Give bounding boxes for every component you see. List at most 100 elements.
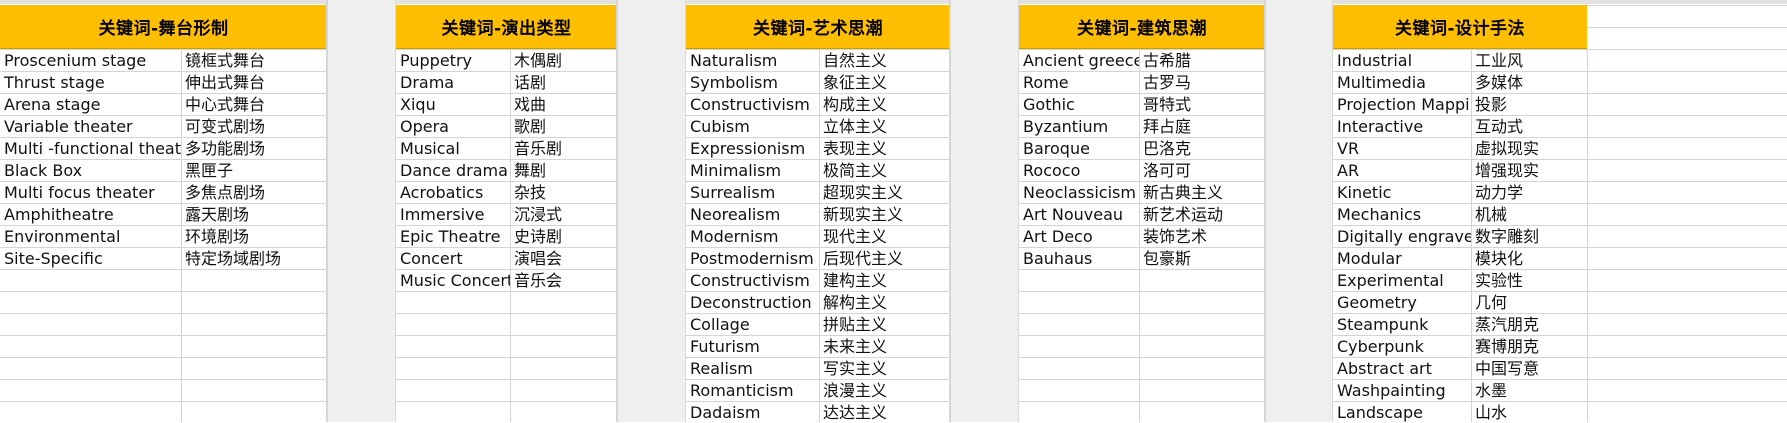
chinese-keyword-cell[interactable]: 表现主义 (819, 137, 929, 159)
chinese-keyword-cell[interactable]: 哥特式 (1139, 93, 1249, 115)
chinese-keyword-cell[interactable]: 音乐剧 (510, 137, 620, 159)
english-keyword-cell[interactable]: Environmental (0, 225, 181, 247)
english-keyword-cell[interactable]: Steampunk (1333, 313, 1471, 335)
english-keyword-cell[interactable]: Variable theater (0, 115, 181, 137)
english-keyword-cell[interactable]: Expressionism (686, 137, 819, 159)
english-keyword-cell[interactable]: Deconstruction (686, 291, 819, 313)
chinese-keyword-cell[interactable]: 环境剧场 (181, 225, 291, 247)
chinese-keyword-cell[interactable]: 洛可可 (1139, 159, 1249, 181)
chinese-keyword-cell[interactable]: 增强现实 (1471, 159, 1581, 181)
chinese-keyword-cell[interactable]: 戏曲 (510, 93, 620, 115)
chinese-keyword-cell[interactable]: 山水 (1471, 401, 1581, 423)
chinese-keyword-cell[interactable]: 拜占庭 (1139, 115, 1249, 137)
chinese-keyword-cell[interactable]: 可变式剧场 (181, 115, 291, 137)
chinese-keyword-cell[interactable]: 音乐会 (510, 269, 620, 291)
chinese-keyword-cell[interactable]: 沉浸式 (510, 203, 620, 225)
chinese-keyword-cell[interactable]: 自然主义 (819, 49, 929, 71)
english-keyword-cell[interactable]: Concert (396, 247, 510, 269)
english-keyword-cell[interactable]: Modernism (686, 225, 819, 247)
english-keyword-cell[interactable]: Cyberpunk (1333, 335, 1471, 357)
english-keyword-cell[interactable]: Rococo (1019, 159, 1139, 181)
chinese-keyword-cell[interactable]: 古希腊 (1139, 49, 1249, 71)
english-keyword-cell[interactable]: Abstract art (1333, 357, 1471, 379)
english-keyword-cell[interactable]: Drama (396, 71, 510, 93)
english-keyword-cell[interactable]: Multimedia (1333, 71, 1471, 93)
chinese-keyword-cell[interactable]: 中国写意 (1471, 357, 1581, 379)
chinese-keyword-cell[interactable]: 互动式 (1471, 115, 1581, 137)
chinese-keyword-cell[interactable]: 解构主义 (819, 291, 929, 313)
english-keyword-cell[interactable]: Baroque (1019, 137, 1139, 159)
chinese-keyword-cell[interactable]: 新古典主义 (1139, 181, 1249, 203)
chinese-keyword-cell[interactable]: 新现实主义 (819, 203, 929, 225)
chinese-keyword-cell[interactable]: 工业风 (1471, 49, 1581, 71)
chinese-keyword-cell[interactable]: 多焦点剧场 (181, 181, 291, 203)
english-keyword-cell[interactable]: Mechanics (1333, 203, 1471, 225)
chinese-keyword-cell[interactable]: 木偶剧 (510, 49, 620, 71)
chinese-keyword-cell[interactable]: 达达主义 (819, 401, 929, 423)
english-keyword-cell[interactable]: Byzantium (1019, 115, 1139, 137)
chinese-keyword-cell[interactable]: 现代主义 (819, 225, 929, 247)
chinese-keyword-cell[interactable]: 话剧 (510, 71, 620, 93)
chinese-keyword-cell[interactable]: 几何 (1471, 291, 1581, 313)
chinese-keyword-cell[interactable]: 史诗剧 (510, 225, 620, 247)
chinese-keyword-cell[interactable]: 写实主义 (819, 357, 929, 379)
chinese-keyword-cell[interactable]: 舞剧 (510, 159, 620, 181)
chinese-keyword-cell[interactable]: 特定场域剧场 (181, 247, 291, 269)
english-keyword-cell[interactable]: Realism (686, 357, 819, 379)
english-keyword-cell[interactable]: Projection Mapping (1333, 93, 1471, 115)
chinese-keyword-cell[interactable]: 模块化 (1471, 247, 1581, 269)
english-keyword-cell[interactable]: Black Box (0, 159, 181, 181)
chinese-keyword-cell[interactable]: 蒸汽朋克 (1471, 313, 1581, 335)
chinese-keyword-cell[interactable]: 超现实主义 (819, 181, 929, 203)
english-keyword-cell[interactable]: Constructivism (686, 93, 819, 115)
english-keyword-cell[interactable]: Immersive (396, 203, 510, 225)
table-header[interactable]: 关键词-演出类型 (396, 5, 617, 49)
chinese-keyword-cell[interactable]: 新艺术运动 (1139, 203, 1249, 225)
english-keyword-cell[interactable]: Interactive (1333, 115, 1471, 137)
english-keyword-cell[interactable]: Xiqu (396, 93, 510, 115)
chinese-keyword-cell[interactable]: 黑匣子 (181, 159, 291, 181)
english-keyword-cell[interactable]: Symbolism (686, 71, 819, 93)
english-keyword-cell[interactable]: Surrealism (686, 181, 819, 203)
table-header[interactable]: 关键词-舞台形制 (0, 5, 327, 49)
chinese-keyword-cell[interactable]: 数字雕刻 (1471, 225, 1581, 247)
chinese-keyword-cell[interactable]: 极简主义 (819, 159, 929, 181)
chinese-keyword-cell[interactable]: 虚拟现实 (1471, 137, 1581, 159)
chinese-keyword-cell[interactable]: 后现代主义 (819, 247, 929, 269)
english-keyword-cell[interactable]: Digitally engraved (1333, 225, 1471, 247)
chinese-keyword-cell[interactable]: 建构主义 (819, 269, 929, 291)
english-keyword-cell[interactable]: Opera (396, 115, 510, 137)
english-keyword-cell[interactable]: Minimalism (686, 159, 819, 181)
english-keyword-cell[interactable]: Dance drama (396, 159, 510, 181)
english-keyword-cell[interactable]: Washpainting (1333, 379, 1471, 401)
english-keyword-cell[interactable]: Proscenium stage (0, 49, 181, 71)
english-keyword-cell[interactable]: Art Deco (1019, 225, 1139, 247)
chinese-keyword-cell[interactable]: 中心式舞台 (181, 93, 291, 115)
english-keyword-cell[interactable]: Thrust stage (0, 71, 181, 93)
english-keyword-cell[interactable]: Industrial (1333, 49, 1471, 71)
chinese-keyword-cell[interactable]: 杂技 (510, 181, 620, 203)
chinese-keyword-cell[interactable]: 动力学 (1471, 181, 1581, 203)
chinese-keyword-cell[interactable]: 投影 (1471, 93, 1581, 115)
table-header[interactable]: 关键词-设计手法 (1333, 5, 1587, 49)
english-keyword-cell[interactable]: Collage (686, 313, 819, 335)
chinese-keyword-cell[interactable]: 伸出式舞台 (181, 71, 291, 93)
table-header[interactable]: 关键词-艺术思潮 (686, 5, 950, 49)
english-keyword-cell[interactable]: Neoclassicism (1019, 181, 1139, 203)
chinese-keyword-cell[interactable]: 镜框式舞台 (181, 49, 291, 71)
chinese-keyword-cell[interactable]: 多功能剧场 (181, 137, 291, 159)
chinese-keyword-cell[interactable]: 露天剧场 (181, 203, 291, 225)
english-keyword-cell[interactable]: Cubism (686, 115, 819, 137)
english-keyword-cell[interactable]: Geometry (1333, 291, 1471, 313)
english-keyword-cell[interactable]: Neorealism (686, 203, 819, 225)
chinese-keyword-cell[interactable]: 未来主义 (819, 335, 929, 357)
chinese-keyword-cell[interactable]: 演唱会 (510, 247, 620, 269)
english-keyword-cell[interactable]: Art Nouveau (1019, 203, 1139, 225)
english-keyword-cell[interactable]: Dadaism (686, 401, 819, 423)
english-keyword-cell[interactable]: Multi -functional theater (0, 137, 181, 159)
chinese-keyword-cell[interactable]: 多媒体 (1471, 71, 1581, 93)
english-keyword-cell[interactable]: Bauhaus (1019, 247, 1139, 269)
chinese-keyword-cell[interactable]: 实验性 (1471, 269, 1581, 291)
table-header[interactable]: 关键词-建筑思潮 (1019, 5, 1265, 49)
chinese-keyword-cell[interactable]: 包豪斯 (1139, 247, 1249, 269)
